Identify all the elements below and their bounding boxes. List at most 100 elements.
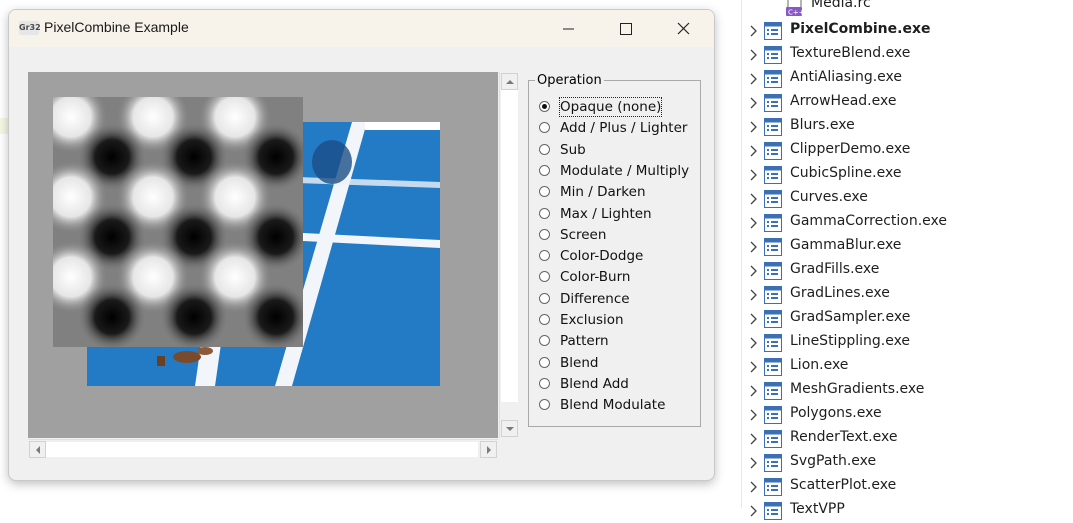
radio-option[interactable]: Sub — [539, 141, 699, 161]
tree-project-row[interactable]: GammaBlur.exe — [742, 235, 1073, 259]
chevron-right-icon[interactable] — [749, 409, 759, 421]
radio-option[interactable]: Difference — [539, 290, 699, 310]
tree-project-row[interactable]: Lion.exe — [742, 355, 1073, 379]
horizontal-scroll-track[interactable] — [46, 442, 478, 457]
chevron-right-icon[interactable] — [749, 505, 759, 517]
radio-unchecked-icon[interactable] — [539, 186, 550, 198]
radio-label: Pattern — [560, 333, 609, 350]
chevron-right-icon[interactable] — [749, 361, 759, 373]
chevron-right-icon[interactable] — [749, 433, 759, 445]
radio-option[interactable]: Screen — [539, 226, 699, 246]
chevron-right-icon[interactable] — [749, 481, 759, 493]
tree-project-row[interactable]: Blurs.exe — [742, 115, 1073, 139]
tree-project-row[interactable]: MeshGradients.exe — [742, 379, 1073, 403]
tree-project-row[interactable]: LineStippling.exe — [742, 331, 1073, 355]
radio-option[interactable]: Modulate / Multiply — [539, 162, 699, 182]
radio-unchecked-icon[interactable] — [539, 292, 550, 304]
tree-project-row[interactable]: GradLines.exe — [742, 283, 1073, 307]
radio-unchecked-icon[interactable] — [539, 164, 550, 176]
pattern-spots — [53, 97, 303, 347]
radio-option[interactable]: Exclusion — [539, 311, 699, 331]
chevron-right-icon[interactable] — [749, 73, 759, 85]
tree-project-row[interactable]: CubicSpline.exe — [742, 163, 1073, 187]
radio-option[interactable]: Min / Darken — [539, 183, 699, 203]
chevron-right-icon[interactable] — [749, 385, 759, 397]
chevron-right-icon[interactable] — [749, 25, 759, 37]
title-bar[interactable]: Gr32 PixelCombine Example — [9, 10, 714, 47]
tree-project-row[interactable]: TextureBlend.exe — [742, 43, 1073, 67]
exe-project-icon — [764, 502, 782, 520]
scroll-right-button[interactable] — [480, 441, 497, 458]
operation-legend: Operation — [535, 73, 604, 88]
radio-option[interactable]: Opaque (none) — [539, 97, 699, 118]
tree-project-row[interactable]: Curves.exe — [742, 187, 1073, 211]
tree-file-media-rc[interactable]: C++ Media.rc — [742, 0, 1073, 17]
vertical-scroll-track[interactable] — [501, 90, 518, 402]
radio-unchecked-icon[interactable] — [539, 228, 550, 240]
radio-label: Max / Lighten — [560, 205, 652, 222]
tree-project-row[interactable]: ClipperDemo.exe — [742, 139, 1073, 163]
horizontal-scrollbar[interactable] — [28, 439, 498, 459]
chevron-right-icon[interactable] — [749, 265, 759, 277]
radio-unchecked-icon[interactable] — [539, 122, 550, 134]
radio-unchecked-icon[interactable] — [539, 399, 550, 411]
tree-project-row[interactable]: ArrowHead.exe — [742, 91, 1073, 115]
minimize-button[interactable] — [539, 10, 597, 47]
tree-project-row[interactable]: ScatterPlot.exe — [742, 475, 1073, 499]
tree-project-label: TextVPP — [790, 501, 845, 517]
radio-option[interactable]: Blend Add — [539, 375, 699, 395]
scroll-left-button[interactable] — [29, 441, 46, 458]
tree-project-row[interactable]: SvgPath.exe — [742, 451, 1073, 475]
chevron-right-icon[interactable] — [749, 49, 759, 61]
tree-project-row[interactable]: GradFills.exe — [742, 259, 1073, 283]
tree-project-label: ScatterPlot.exe — [790, 477, 897, 493]
chevron-right-icon[interactable] — [749, 457, 759, 469]
tree-project-row[interactable]: AntiAliasing.exe — [742, 67, 1073, 91]
radio-label: Modulate / Multiply — [560, 162, 690, 179]
radio-unchecked-icon[interactable] — [539, 314, 550, 325]
exe-project-icon — [764, 142, 782, 160]
radio-unchecked-icon[interactable] — [539, 143, 550, 155]
tree-project-row[interactable]: RenderText.exe — [742, 427, 1073, 451]
radio-option[interactable]: Color-Burn — [539, 268, 699, 288]
image-canvas[interactable] — [28, 72, 498, 438]
radio-unchecked-icon[interactable] — [539, 250, 550, 262]
scroll-up-button[interactable] — [501, 73, 518, 90]
tree-project-row[interactable]: GradSampler.exe — [742, 307, 1073, 331]
chevron-right-icon[interactable] — [749, 193, 759, 205]
exe-project-icon — [764, 70, 782, 88]
chevron-right-icon[interactable] — [749, 289, 759, 301]
tree-project-row[interactable]: Polygons.exe — [742, 403, 1073, 427]
tree-project-label: Lion.exe — [790, 357, 849, 373]
radio-unchecked-icon[interactable] — [539, 356, 550, 368]
tree-project-row[interactable]: GammaCorrection.exe — [742, 211, 1073, 235]
radio-option[interactable]: Pattern — [539, 332, 699, 352]
chevron-right-icon[interactable] — [749, 217, 759, 229]
radio-unchecked-icon[interactable] — [539, 377, 550, 389]
radio-label: Min / Darken — [560, 184, 646, 201]
radio-option[interactable]: Blend — [539, 354, 699, 374]
chevron-right-icon[interactable] — [749, 337, 759, 349]
chevron-right-icon[interactable] — [749, 169, 759, 181]
svg-text:C++: C++ — [788, 9, 805, 17]
radio-option[interactable]: Max / Lighten — [539, 205, 699, 225]
chevron-right-icon[interactable] — [749, 121, 759, 133]
chevron-right-icon[interactable] — [749, 97, 759, 109]
close-button[interactable] — [655, 10, 713, 47]
radio-unchecked-icon[interactable] — [539, 207, 550, 219]
scroll-down-button[interactable] — [501, 420, 518, 437]
radio-option[interactable]: Blend Modulate — [539, 396, 699, 416]
radio-checked-icon[interactable] — [539, 101, 550, 112]
tree-project-row[interactable]: PixelCombine.exe — [742, 19, 1073, 43]
chevron-right-icon[interactable] — [749, 145, 759, 157]
chevron-right-icon[interactable] — [749, 313, 759, 325]
exe-project-icon — [764, 478, 782, 496]
radio-unchecked-icon[interactable] — [539, 271, 550, 283]
radio-option[interactable]: Add / Plus / Lighter — [539, 119, 699, 139]
maximize-button[interactable] — [597, 10, 655, 47]
tree-project-row[interactable]: TextVPP — [742, 499, 1073, 523]
radio-unchecked-icon[interactable] — [539, 335, 550, 347]
vertical-scrollbar[interactable] — [499, 72, 519, 438]
radio-option[interactable]: Color-Dodge — [539, 247, 699, 267]
chevron-right-icon[interactable] — [749, 241, 759, 253]
